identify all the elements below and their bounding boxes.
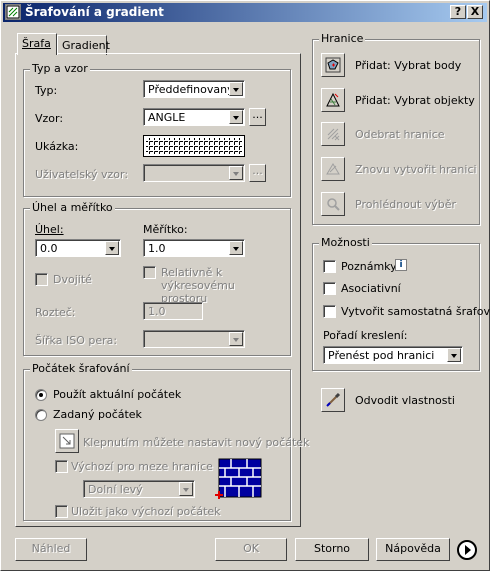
- remove-boundaries-button[interactable]: [321, 122, 345, 146]
- tab-hatch[interactable]: Šrafa: [17, 33, 57, 55]
- iso-pen-width-label: Šířka ISO pera:: [35, 334, 118, 347]
- chevron-down-icon[interactable]: [229, 332, 243, 346]
- recreate-boundary-button[interactable]: [321, 157, 345, 181]
- sample-label: Ukázka:: [35, 140, 79, 153]
- inherit-properties-label: Odvodit vlastnosti: [355, 394, 455, 407]
- pick-point-icon: [59, 433, 75, 449]
- pattern-select-value: ANGLE: [148, 111, 186, 124]
- chevron-down-icon[interactable]: [447, 348, 461, 362]
- view-selections-label: Prohlédnout výběr: [355, 198, 457, 211]
- help-title-button[interactable]: ?: [450, 5, 466, 19]
- annotative-label: Poznámky: [341, 260, 397, 273]
- angle-pattern-icon: [146, 138, 242, 154]
- pattern-sample-swatch[interactable]: [143, 135, 245, 157]
- more-options-icon[interactable]: [457, 540, 477, 560]
- pattern-label: Vzor:: [35, 112, 64, 125]
- chevron-down-icon[interactable]: [229, 82, 243, 96]
- boundaries-legend: Hranice: [319, 32, 366, 45]
- info-icon[interactable]: i: [395, 259, 407, 271]
- custom-pattern-label: Uživatelský vzor:: [35, 168, 129, 181]
- chevron-down-icon[interactable]: [229, 241, 243, 255]
- draw-order-label: Pořadí kreslení:: [323, 329, 408, 342]
- close-title-button[interactable]: X: [467, 5, 483, 19]
- chevron-down-icon[interactable]: [179, 482, 193, 496]
- store-default-origin-checkbox[interactable]: [55, 505, 68, 518]
- options-legend: Možnosti: [319, 236, 372, 249]
- remove-boundaries-label: Odebrat hranice: [355, 128, 445, 141]
- angle-value: 0.0: [40, 242, 58, 255]
- add-pick-points-label: Přidat: Vybrat body: [355, 59, 462, 72]
- origin-preview-icon: [213, 455, 265, 503]
- extents-position-select[interactable]: Dolní levý: [83, 480, 195, 498]
- specified-origin-radio[interactable]: [35, 409, 47, 421]
- app-icon: [5, 4, 21, 20]
- scale-label: Měřítko:: [143, 223, 188, 236]
- set-origin-label: Klepnutím můžete nastavit nový počátek: [83, 436, 310, 449]
- scale-value: 1.0: [148, 242, 166, 255]
- add-select-objects-label: Přidat: Vybrat objekty: [355, 94, 475, 107]
- type-pattern-legend: Typ a vzor: [30, 62, 90, 75]
- help-button[interactable]: Nápověda: [376, 538, 450, 561]
- title-bar[interactable]: Šrafování a gradient ? X: [3, 3, 487, 22]
- type-label: Typ:: [35, 84, 58, 97]
- spacing-label: Rozteč:: [35, 306, 76, 319]
- annotative-checkbox[interactable]: [323, 260, 336, 273]
- custom-browse-button[interactable]: ...: [249, 164, 266, 182]
- type-select[interactable]: Předdefinovaný: [143, 80, 245, 98]
- ok-button[interactable]: OK: [215, 538, 287, 561]
- type-select-value: Předdefinovaný: [148, 83, 234, 96]
- draw-order-select[interactable]: Přenést pod hranici: [323, 346, 463, 364]
- tab-gradient[interactable]: Gradient: [57, 35, 110, 55]
- default-extents-label: Výchozí pro meze hranice: [71, 460, 213, 473]
- add-pick-points-button[interactable]: [321, 53, 345, 77]
- chevron-down-icon[interactable]: [229, 110, 243, 124]
- cancel-button[interactable]: Storno: [295, 538, 369, 561]
- default-extents-checkbox[interactable]: [55, 460, 68, 473]
- paintbrush-icon: [326, 392, 341, 407]
- relative-paperspace-label: Relativně k výkresovému prostoru: [161, 266, 235, 305]
- tab-hatch-label: Šrafa: [22, 37, 51, 50]
- extents-position-value: Dolní levý: [88, 483, 143, 496]
- angle-label: Úhel:: [35, 223, 64, 236]
- draw-order-value: Přenést pod hranici: [328, 349, 435, 362]
- angle-select[interactable]: 0.0: [35, 239, 121, 257]
- pattern-browse-button[interactable]: ...: [249, 108, 266, 126]
- add-select-objects-button[interactable]: [321, 88, 345, 112]
- spacing-input[interactable]: 1.0: [143, 302, 203, 320]
- inherit-properties-button[interactable]: [321, 388, 345, 412]
- tab-gradient-label: Gradient: [62, 39, 110, 52]
- angle-scale-legend: Úhel a měřítko: [30, 201, 115, 214]
- use-current-origin-label: Použít aktuální počátek: [53, 388, 182, 401]
- preview-button[interactable]: Náhled: [15, 538, 87, 561]
- hatch-gradient-dialog: Šrafování a gradient ? X Šrafa Gradient …: [0, 0, 490, 571]
- double-label: Dvojité: [53, 273, 92, 286]
- separate-hatches-checkbox[interactable]: [323, 305, 336, 318]
- relative-paperspace-checkbox[interactable]: [143, 266, 156, 279]
- associative-checkbox[interactable]: [323, 282, 336, 295]
- pattern-select[interactable]: ANGLE: [143, 108, 245, 126]
- hatch-origin-legend: Počátek šrafování: [30, 362, 132, 375]
- double-checkbox[interactable]: [35, 273, 48, 286]
- window-title: Šrafování a gradient: [25, 5, 164, 19]
- chevron-down-icon[interactable]: [105, 241, 119, 255]
- iso-pen-width-select[interactable]: [143, 330, 245, 348]
- use-current-origin-radio[interactable]: [35, 389, 47, 401]
- magnifier-icon: [327, 198, 340, 211]
- select-objects-icon: [326, 92, 340, 107]
- set-origin-button[interactable]: [55, 429, 79, 453]
- remove-boundaries-icon: [327, 128, 340, 141]
- pick-points-icon: [325, 57, 341, 73]
- custom-pattern-select[interactable]: [143, 164, 245, 182]
- separate-hatches-label: Vytvořit samostatná šrafování: [341, 305, 490, 318]
- recreate-boundary-icon: [326, 163, 340, 175]
- scale-select[interactable]: 1.0: [143, 239, 245, 257]
- associative-label: Asociativní: [341, 282, 401, 295]
- specified-origin-label: Zadaný počátek: [53, 408, 142, 421]
- recreate-boundary-label: Znovu vytvořit hranici: [355, 163, 477, 176]
- view-selections-button[interactable]: [321, 192, 345, 216]
- spacing-value: 1.0: [148, 305, 166, 318]
- chevron-down-icon[interactable]: [229, 166, 243, 180]
- store-default-origin-label: Uložit jako výchozí počátek: [71, 505, 221, 518]
